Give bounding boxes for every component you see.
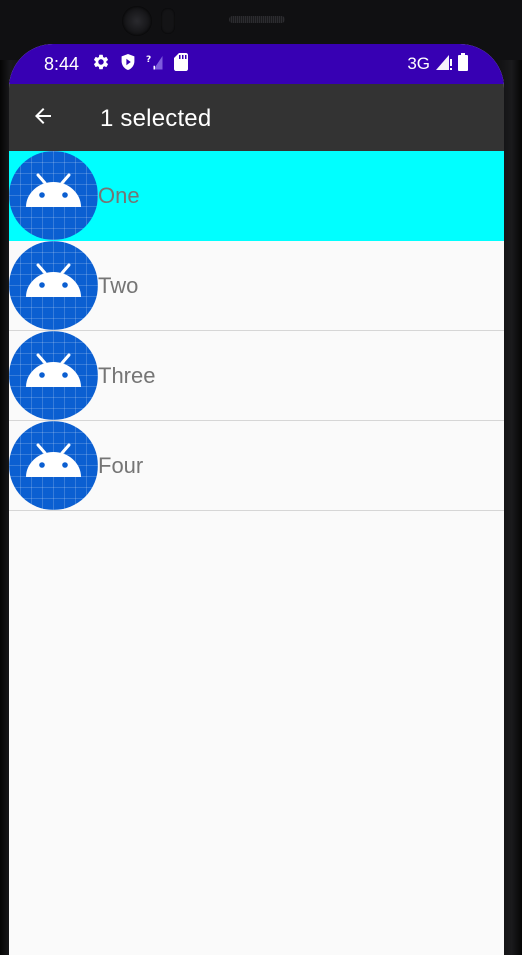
avatar: [9, 241, 98, 330]
item-label: Three: [98, 363, 156, 388]
status-notification-icons: ?: [92, 52, 188, 76]
list-item[interactable]: Two: [9, 241, 504, 331]
no-signal-icon: ?: [146, 53, 164, 76]
status-system-icons: 3G: [407, 52, 468, 76]
contextual-action-bar: 1 selected: [9, 84, 504, 151]
android-robot-icon: [26, 173, 81, 207]
item-label: Four: [98, 453, 144, 478]
item-label: One: [98, 183, 140, 208]
arrow-left-icon: [31, 104, 55, 133]
sd-card-icon: [174, 52, 188, 76]
status-time: 8:44: [44, 54, 80, 74]
avatar: [9, 151, 98, 240]
cell-signal-icon: [436, 53, 452, 76]
earpiece-speaker: [229, 16, 285, 23]
android-robot-icon: [26, 353, 81, 387]
list-item[interactable]: Four: [9, 421, 504, 511]
battery-icon: [458, 52, 468, 76]
item-list: One Two Three Four: [9, 151, 504, 511]
phone-device: 8:44 ? 3G 1 selected One Two Three Four: [0, 0, 522, 955]
svg-text:?: ?: [146, 55, 151, 65]
shield-play-icon: [120, 53, 136, 76]
selection-count-title: 1 selected: [100, 105, 212, 132]
proximity-sensor: [161, 8, 175, 34]
settings-gear-icon: [92, 53, 110, 76]
network-type-label: 3G: [407, 54, 430, 73]
avatar: [9, 421, 98, 510]
item-label: Two: [98, 273, 139, 298]
phone-screen: 8:44 ? 3G 1 selected One Two Three Four: [9, 44, 504, 955]
android-robot-icon: [26, 263, 81, 297]
android-robot-icon: [26, 443, 81, 477]
status-bar: 8:44 ? 3G: [9, 44, 504, 84]
avatar: [9, 331, 98, 420]
front-camera: [122, 6, 152, 36]
back-button[interactable]: [23, 98, 63, 138]
list-item[interactable]: Three: [9, 331, 504, 421]
list-item[interactable]: One: [9, 151, 504, 241]
